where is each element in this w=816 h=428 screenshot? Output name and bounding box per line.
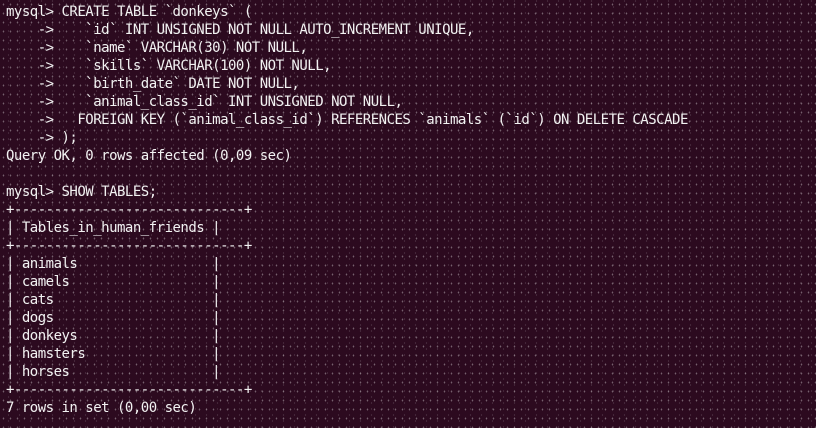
table-border-top: +-----------------------------+ <box>6 202 252 218</box>
continuation-line-close: -> ); <box>6 130 78 146</box>
continuation-line-skills: -> `skills` VARCHAR(100) NOT NULL, <box>6 58 332 74</box>
table-header: | Tables_in_human_friends | <box>6 220 221 236</box>
table-row: | camels | <box>6 274 221 290</box>
rows-in-set-message: 7 rows in set (0,00 sec) <box>6 400 197 416</box>
table-row: | cats | <box>6 292 221 308</box>
table-row: | donkeys | <box>6 328 221 344</box>
continuation-line-name: -> `name` VARCHAR(30) NOT NULL, <box>6 40 308 56</box>
terminal-window[interactable]: mysql> CREATE TABLE `donkeys` ( -> `id` … <box>0 0 816 428</box>
table-row: | animals | <box>6 256 221 272</box>
create-table-command: mysql> CREATE TABLE `donkeys` ( <box>6 4 252 20</box>
show-tables-command: mysql> SHOW TABLES; <box>6 184 157 200</box>
table-row: | dogs | <box>6 310 221 326</box>
continuation-line-foreign-key: -> FOREIGN KEY (`animal_class_id`) REFER… <box>6 112 689 128</box>
table-border-header: +-----------------------------+ <box>6 238 252 254</box>
table-border-bottom: +-----------------------------+ <box>6 382 252 398</box>
table-row: | hamsters | <box>6 346 221 362</box>
continuation-line-animal-class-id: -> `animal_class_id` INT UNSIGNED NOT NU… <box>6 94 403 110</box>
continuation-line-birth-date: -> `birth_date` DATE NOT NULL, <box>6 76 300 92</box>
table-row: | horses | <box>6 364 221 380</box>
query-result-message: Query OK, 0 rows affected (0,09 sec) <box>6 148 292 164</box>
continuation-line-id: -> `id` INT UNSIGNED NOT NULL AUTO_INCRE… <box>6 22 475 38</box>
